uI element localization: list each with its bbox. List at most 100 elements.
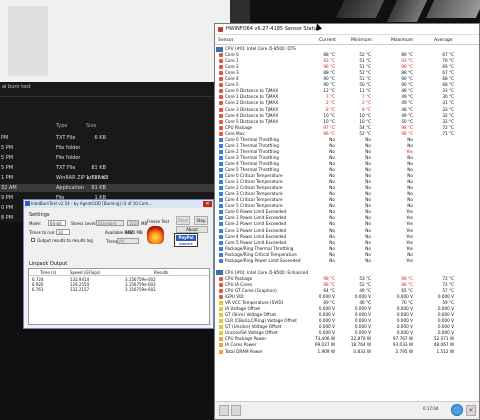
file-date: 8 PM [1,215,14,221]
power-icon [219,337,223,342]
table-row: 6.761 132.2157 3.156759e-002 [29,287,209,293]
flag-icon [219,216,223,221]
thermometer-icon [219,276,223,281]
file-type: File folder [56,155,81,161]
hwinfo-title-bar[interactable]: HWiNFO64 v6.27-4185 Sensor Status [215,22,479,35]
background-window-panel [8,6,48,76]
elapsed-time-display: 0:17:04 [423,406,439,411]
column-header-type[interactable]: Type [56,123,67,129]
file-date: 1 PM [1,175,14,181]
thermometer-icon [219,125,223,130]
output-log-label: Output results to results log [37,238,93,243]
hwinfo-app-icon [218,27,223,32]
background-window[interactable] [0,0,250,82]
flag-icon [219,198,223,203]
times-to-run-field[interactable]: 10 [56,229,70,235]
file-size: 6 KB [94,135,106,141]
maximum-value: 2.795 W [395,348,413,354]
cpu-icon [216,270,223,276]
flame-icon [147,226,164,244]
voltage-icon [219,325,223,330]
time-cell: 6.761 [32,287,44,292]
col-sensor[interactable]: Sensor [218,38,233,43]
file-size: 81 KB [91,185,106,191]
list-item[interactable]: PM TXT File 6 KB [0,134,250,142]
flag-icon [219,228,223,233]
about-button[interactable]: About [176,226,208,233]
nav-left-button[interactable] [219,405,229,416]
cpu-icon [216,46,223,52]
output-log-checkbox[interactable] [31,238,35,242]
col-maximum[interactable]: Maximum [391,38,413,43]
ibt-window-title: IntelBurnTest v2.54 - by AgentGOD [Burni… [31,201,153,206]
speed-cell: 132.2157 [70,287,90,292]
column-header-size[interactable]: Size [86,123,106,129]
col-results: Results [154,270,169,275]
list-item[interactable]: 32 AM Application 81 KB [0,184,250,192]
thermometer-icon [219,95,223,100]
file-date: 0 PM [1,205,14,211]
thermometer-icon [219,131,223,136]
stress-level-label: Stress Level: [71,221,97,226]
list-item[interactable]: 1 PM WinRAR ZIP archive 1,727 KB [0,174,250,182]
thermometer-icon [219,53,223,58]
linpack-output-table[interactable]: Time (s) Speed (GFlops) Results 6.724 132… [28,268,210,325]
stress-level-select[interactable]: Standard [96,220,124,226]
flag-icon [219,246,223,251]
thermometer-icon [219,101,223,106]
sensor-name: Total DRAM Power [225,348,263,354]
col-speed: Speed (GFlops) [70,270,101,275]
hwinfo-sensor-table[interactable]: CPU [#0]: Intel Core i5-8500: DTS Core 08… [215,46,479,402]
file-type: TXT File [56,165,76,171]
stop-button[interactable]: Stop [194,216,208,225]
voltage-icon [219,301,223,306]
explorer-column-header: Type Size [0,122,250,131]
col-average[interactable]: Average [434,38,452,43]
file-size: 1,727 KB [86,175,109,181]
hwinfo-sensor-window[interactable]: HWiNFO64 v6.27-4185 Sensor Status Sensor… [214,22,480,420]
times-to-run-label: Times to run: [29,230,56,235]
table-row[interactable]: Total DRAM Power 1.909 W 0.833 W 2.795 W 1.5… [215,349,479,355]
thermometer-icon [219,289,223,293]
ibt-title-bar[interactable]: IntelBurnTest v2.54 - by AgentGOD [Burni… [24,200,213,208]
col-minimum[interactable]: Minimum [351,38,372,43]
col-current[interactable]: Current [319,38,336,43]
flag-icon [219,149,223,154]
mouse-cursor-icon [313,22,323,31]
list-item[interactable]: 5 PM TXT File 81 KB [0,164,250,172]
nav-right-button[interactable] [231,405,241,416]
thermometer-icon [219,65,223,70]
explorer-divider [0,96,250,97]
list-item[interactable]: 5 PM File folder [0,154,250,162]
close-icon[interactable]: ✕ [203,201,212,207]
file-date: 32 AM [1,185,17,191]
intelburntest-window[interactable]: IntelBurnTest v2.54 - by AgentGOD [Burni… [23,199,214,329]
average-value: 1.512 W [436,348,454,354]
hwinfo-toolbar: 0:17:04 ✕ [215,401,479,419]
ibt-app-icon [25,201,30,206]
stress-mb-field[interactable]: 1024 [127,220,139,226]
close-icon[interactable]: ✕ [466,405,476,416]
settings-group-label: Settings [29,212,50,218]
power-icon [219,343,223,348]
thermometer-icon [219,77,223,82]
list-item[interactable]: 5 PM File folder [0,144,250,152]
flag-icon [219,210,223,215]
mode-select[interactable]: 64-bit [48,220,66,226]
start-button[interactable]: Start [176,216,190,225]
thermometer-icon [219,89,223,94]
col-time: Time (s) [40,270,57,275]
wallpaper-stripe [335,0,385,18]
file-date: PM [1,135,9,141]
thermometer-icon [219,119,223,124]
flag-icon [219,252,223,257]
paypal-donate-logo[interactable]: PayPal DONATE [174,233,198,247]
stopwatch-icon[interactable] [451,404,463,416]
linpack-output-label: Linpack Output [29,261,68,267]
threads-select[interactable]: All [117,238,139,244]
flag-icon [219,234,223,239]
flag-icon [219,186,223,191]
file-date: 9 PM [1,195,14,201]
thermometer-icon [219,295,223,300]
file-type: TXT File [56,135,76,141]
